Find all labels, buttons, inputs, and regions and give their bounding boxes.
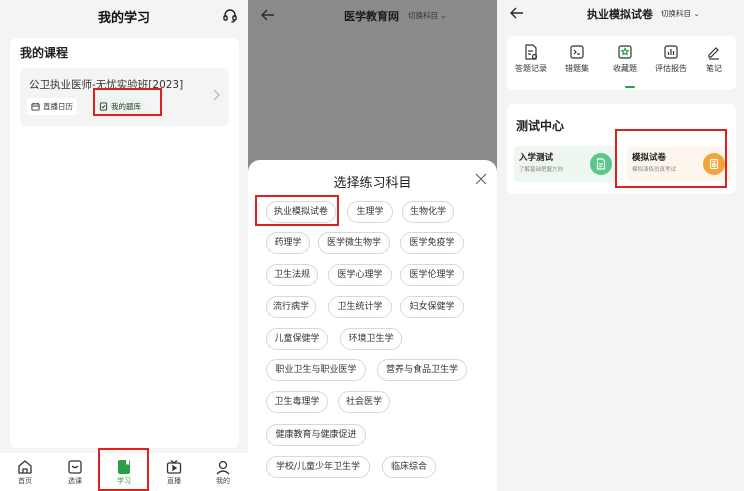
- entrance-test-card[interactable]: 入学测试 了解基础把握方向: [514, 146, 618, 182]
- page-title: 我的学习: [97, 11, 150, 26]
- nav-profile[interactable]: 我的: [201, 456, 245, 490]
- nav-live-label: 直播: [167, 477, 181, 485]
- study-icon: [118, 460, 130, 474]
- header-title: 医学教育网: [344, 10, 399, 23]
- my-courses-card: 我的课程 公卫执业医师-无忧实验班[2023] 直播日历 我的题库: [10, 38, 239, 448]
- top-bar: 医学教育网 切换科目 ⌄: [248, 0, 497, 32]
- tool-answer-record[interactable]: 答题记录: [509, 42, 553, 84]
- headset-icon[interactable]: [222, 8, 238, 24]
- switch-subject-label: 切换科目: [408, 11, 438, 20]
- entrance-test-subtitle: 了解基础把握方向: [519, 167, 564, 173]
- subject-pill[interactable]: 妇女保健学: [400, 296, 464, 318]
- subject-pill[interactable]: 儿童保健学: [266, 328, 328, 350]
- my-question-bank-label: 我的题库: [111, 102, 141, 111]
- subject-pill[interactable]: 职业卫生与职业医学: [266, 359, 366, 381]
- report-icon: [664, 45, 678, 59]
- my-courses-title: 我的课程: [20, 46, 69, 60]
- document-icon: [596, 158, 606, 170]
- sheet-title: 选择练习科目: [333, 176, 412, 191]
- subject-pill[interactable]: 营养与食品卫生学: [377, 359, 467, 381]
- nav-live[interactable]: 直播: [152, 456, 196, 490]
- switch-subject-button[interactable]: 切换科目 ⌄: [408, 10, 447, 21]
- live-icon: [166, 460, 182, 474]
- nav-select-course-label: 选课: [68, 477, 82, 485]
- subject-pill[interactable]: 临床综合: [382, 456, 436, 478]
- entrance-test-icon: [590, 153, 612, 175]
- subject-pill[interactable]: 学校/儿童少年卫生学: [266, 456, 370, 478]
- mock-exam-card[interactable]: 模拟试卷 模拟演练仿真考试: [627, 146, 731, 182]
- exam-paper-icon: [709, 158, 719, 170]
- tool-label: 答题记录: [515, 64, 547, 73]
- tool-label: 评估报告: [655, 64, 687, 73]
- subject-pill[interactable]: 执业模拟试卷: [266, 201, 336, 223]
- tool-label: 收藏题: [613, 64, 637, 73]
- question-bank-icon: [99, 102, 108, 111]
- chevron-right-icon: [213, 89, 220, 101]
- tools-bar: 答题记录 错题集 收藏题 评估报告 笔记: [507, 36, 736, 90]
- course-item[interactable]: 公卫执业医师-无忧实验班[2023] 直播日历 我的题库: [20, 68, 229, 126]
- tool-report[interactable]: 评估报告: [649, 42, 693, 84]
- notes-icon: [708, 47, 719, 60]
- course-title: 公卫执业医师-无忧实验班[2023]: [29, 79, 184, 91]
- subject-pill[interactable]: 医学心理学: [328, 264, 392, 286]
- calendar-icon: [31, 102, 40, 111]
- tool-label: 错题集: [565, 64, 589, 73]
- answer-record-icon: [525, 44, 538, 60]
- close-icon[interactable]: [475, 173, 487, 185]
- nav-profile-label: 我的: [216, 477, 230, 485]
- wrong-questions-icon: [570, 45, 584, 59]
- chevron-down-icon: ⌄: [438, 11, 447, 20]
- top-bar: 执业模拟试卷 切换科目 ⌄: [497, 0, 744, 30]
- subject-pill[interactable]: 卫生毒理学: [266, 391, 328, 413]
- nav-study[interactable]: 学习: [102, 456, 146, 490]
- tool-notes[interactable]: 笔记: [692, 42, 736, 84]
- subject-pill[interactable]: 生理学: [347, 201, 393, 223]
- subject-pill[interactable]: 生物化学: [402, 201, 454, 223]
- tools-page-indicator: [625, 86, 635, 88]
- nav-home-label: 首页: [18, 477, 32, 485]
- subject-pill[interactable]: 医学伦理学: [400, 264, 464, 286]
- my-question-bank-button[interactable]: 我的题库: [95, 98, 145, 115]
- test-center-title: 测试中心: [516, 119, 565, 133]
- subject-pill[interactable]: 医学微生物学: [318, 232, 390, 254]
- subject-pill[interactable]: 社会医学: [338, 391, 390, 413]
- back-arrow-icon[interactable]: [260, 7, 276, 23]
- back-arrow-icon[interactable]: [509, 5, 525, 21]
- switch-subject-label: 切换科目: [661, 9, 691, 18]
- subject-pill[interactable]: 医学免疫学: [400, 232, 464, 254]
- nav-study-label: 学习: [117, 477, 131, 485]
- tool-label: 笔记: [706, 64, 722, 73]
- mock-exam-subtitle: 模拟演练仿真考试: [632, 167, 677, 173]
- mock-exam-title: 模拟试卷: [632, 153, 667, 163]
- subject-pill[interactable]: 药理学: [266, 232, 310, 254]
- header-title: 执业模拟试卷: [587, 8, 653, 21]
- subject-pill[interactable]: 健康教育与健康促进: [266, 424, 366, 446]
- tool-favorite-questions[interactable]: 收藏题: [603, 42, 647, 84]
- top-bar: 我的学习: [0, 0, 248, 32]
- my-study-screen: 我的学习 我的课程 公卫执业医师-无忧实验班[2023] 直播日历 我的题库 首…: [0, 0, 248, 491]
- subject-pill[interactable]: 环境卫生学: [340, 328, 402, 350]
- choose-subject-screen: 医学教育网 切换科目 ⌄ 选择练习科目 执业模拟试卷 生理学 生物化学 药理学 …: [248, 0, 497, 491]
- mock-exam-icon: [703, 153, 725, 175]
- mock-exam-screen: 执业模拟试卷 切换科目 ⌄ 答题记录 错题集 收藏题 评估报告 笔记 测试中心 …: [497, 0, 744, 491]
- subject-pill[interactable]: 流行病学: [266, 296, 316, 318]
- switch-subject-button[interactable]: 切换科目 ⌄: [661, 8, 700, 19]
- test-center-card: 测试中心 入学测试 了解基础把握方向 模拟试卷 模拟演练仿真考试: [507, 104, 736, 194]
- profile-icon: [216, 460, 230, 475]
- nav-select-course[interactable]: 选课: [53, 456, 97, 490]
- subject-sheet: 选择练习科目 执业模拟试卷 生理学 生物化学 药理学 医学微生物学 医学免疫学 …: [248, 160, 497, 491]
- subject-pill[interactable]: 卫生统计学: [328, 296, 392, 318]
- live-calendar-button[interactable]: 直播日历: [27, 98, 77, 115]
- subject-pill[interactable]: 卫生法规: [266, 264, 318, 286]
- select-course-icon: [68, 460, 82, 474]
- bottom-nav: 首页 选课 学习 直播 我的: [0, 453, 248, 491]
- live-calendar-label: 直播日历: [43, 102, 73, 111]
- chevron-down-icon: ⌄: [691, 9, 700, 18]
- nav-home[interactable]: 首页: [3, 456, 47, 490]
- tool-wrong-questions[interactable]: 错题集: [555, 42, 599, 84]
- favorite-questions-icon: [618, 45, 632, 59]
- home-icon: [18, 460, 32, 474]
- entrance-test-title: 入学测试: [519, 153, 554, 163]
